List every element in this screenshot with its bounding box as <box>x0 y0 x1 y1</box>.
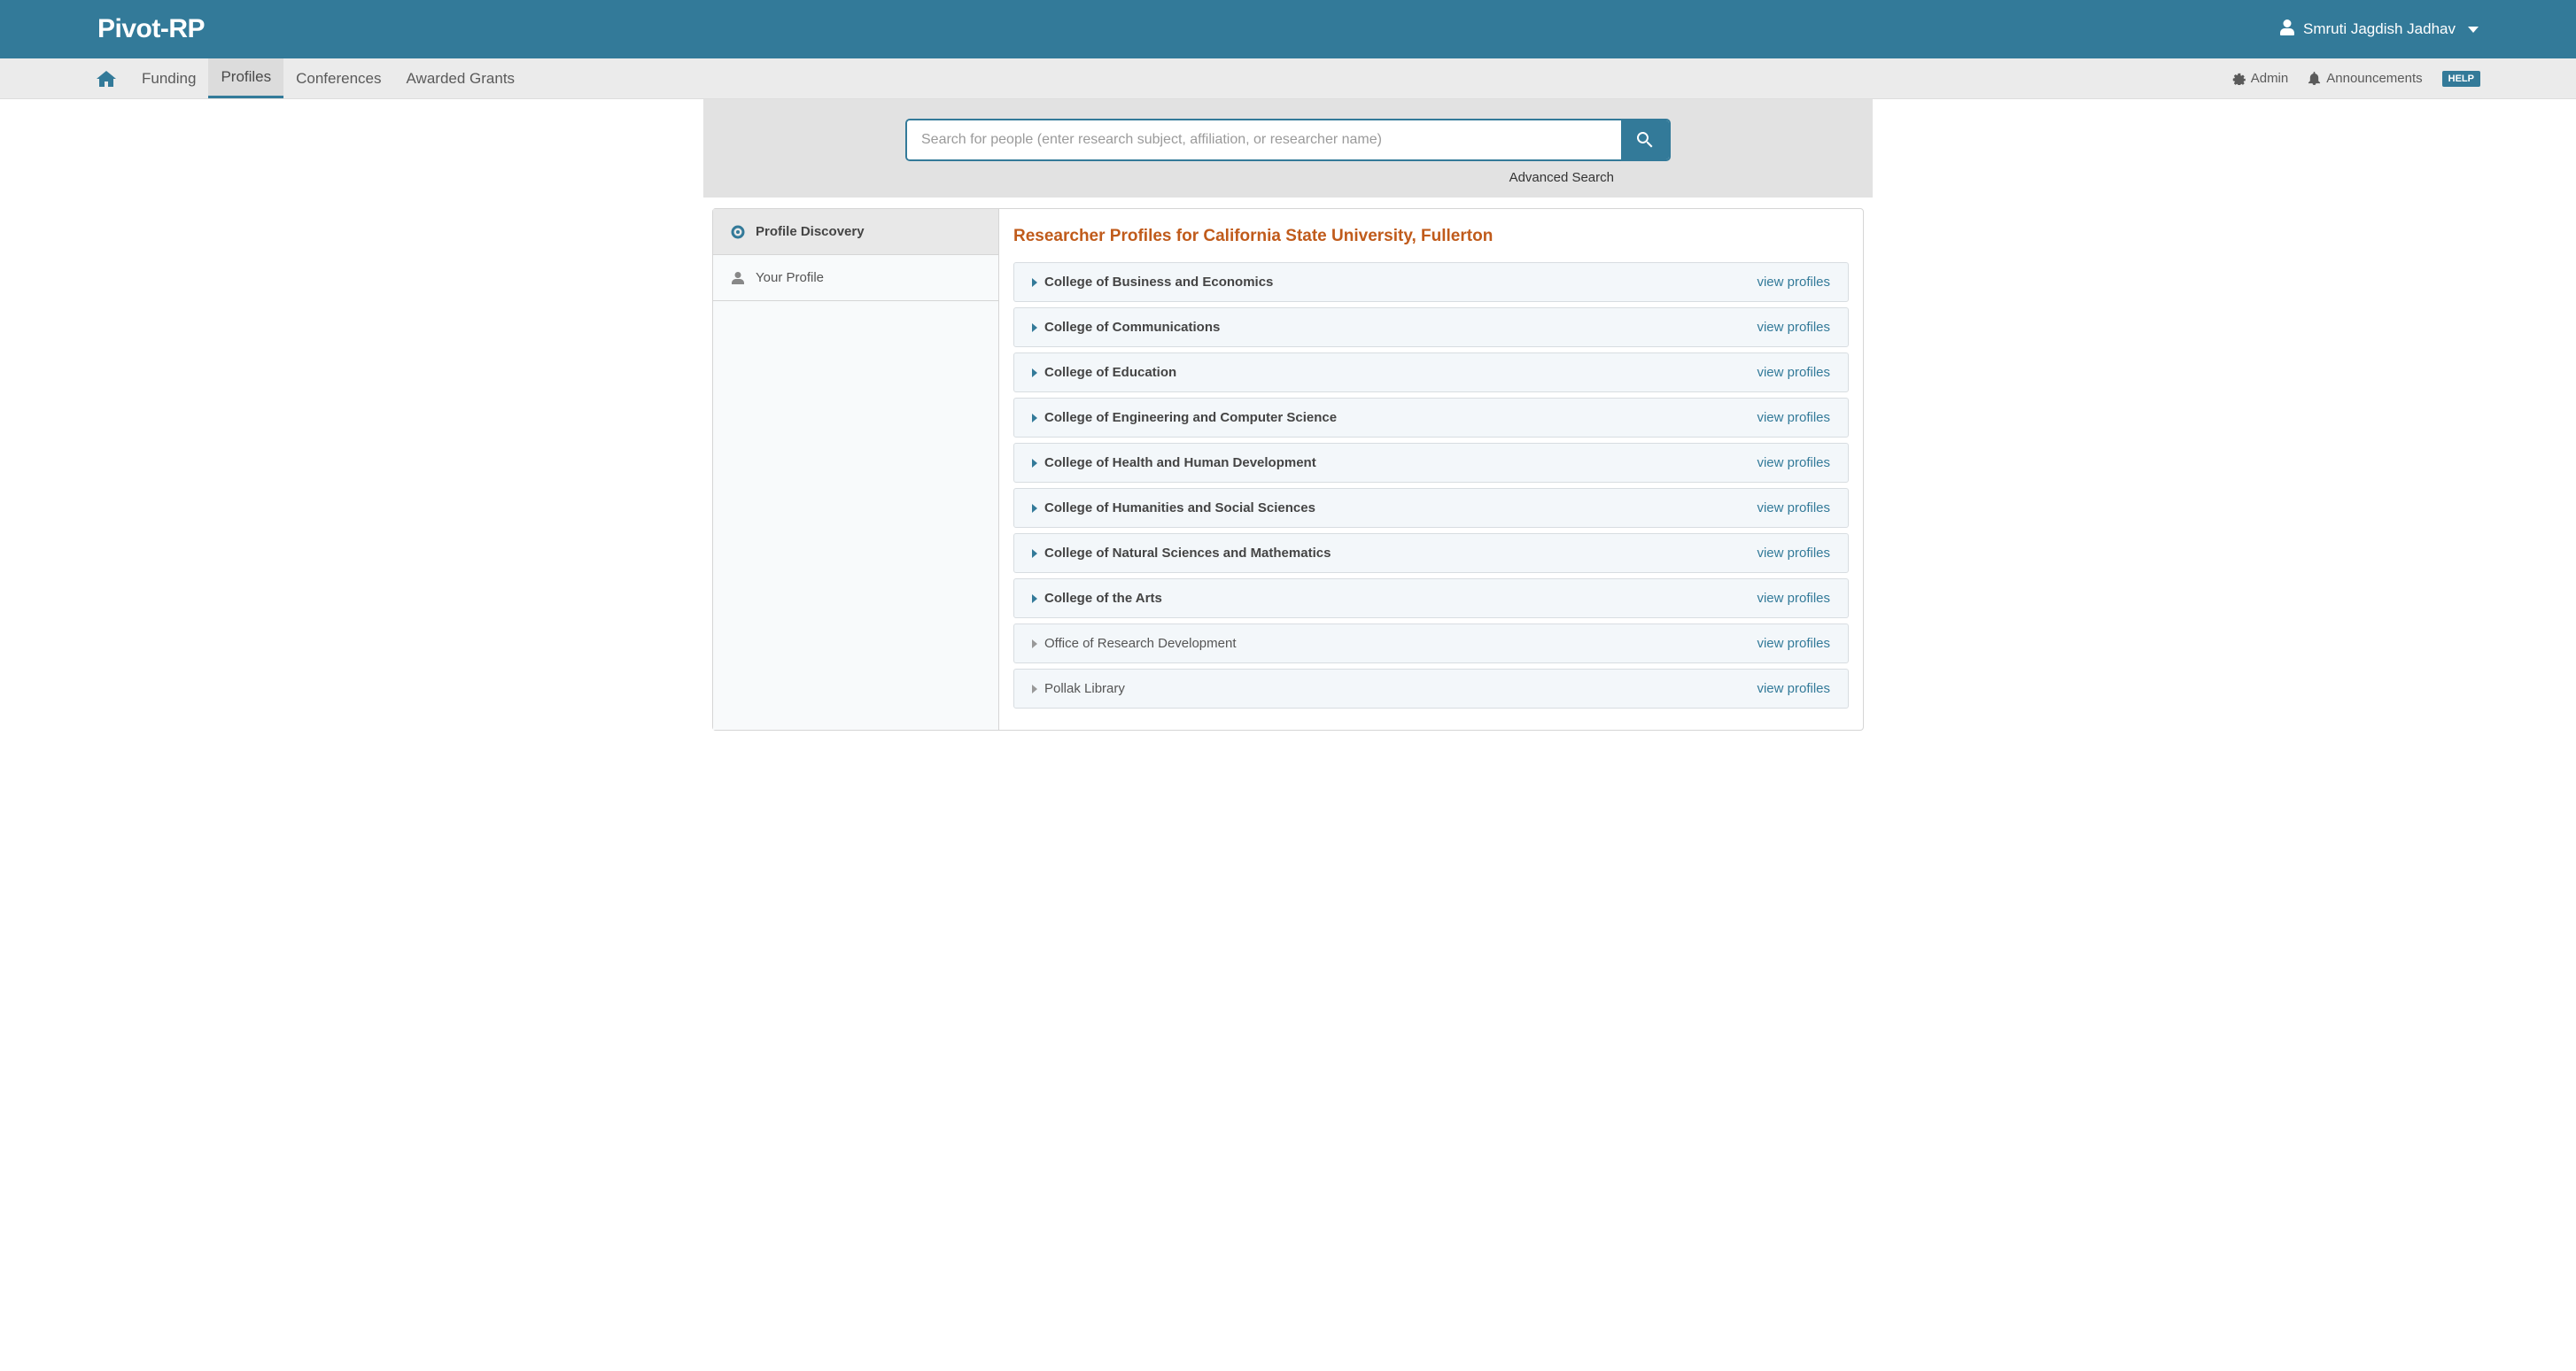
college-name: College of Humanities and Social Science… <box>1044 500 1315 515</box>
college-name: College of Communications <box>1044 320 1220 335</box>
nav-right: Admin Announcements HELP <box>2232 71 2480 87</box>
expand-caret-icon <box>1032 459 1037 468</box>
college-name: College of Education <box>1044 365 1176 380</box>
nav-profiles[interactable]: Profiles <box>208 58 283 98</box>
college-name: Pollak Library <box>1044 681 1125 696</box>
college-name: College of Natural Sciences and Mathemat… <box>1044 546 1331 561</box>
search-icon <box>1637 132 1653 148</box>
expand-caret-icon <box>1032 639 1037 648</box>
username: Smruti Jagdish Jadhav <box>2303 20 2456 38</box>
nav-conferences[interactable]: Conferences <box>283 58 393 98</box>
user-icon <box>2280 19 2294 40</box>
college-row-left: College of Education <box>1032 365 1176 380</box>
target-icon <box>731 225 745 239</box>
user-menu[interactable]: Smruti Jagdish Jadhav <box>2280 19 2479 40</box>
page-title: Researcher Profiles for California State… <box>1013 227 1849 246</box>
nav-left: Funding Profiles Conferences Awarded Gra… <box>96 58 527 98</box>
main-panel: Researcher Profiles for California State… <box>999 209 1863 730</box>
college-name: College of Engineering and Computer Scie… <box>1044 410 1337 425</box>
search-button[interactable] <box>1621 120 1669 159</box>
college-row-left: College of Business and Economics <box>1032 275 1273 290</box>
college-row-left: Office of Research Development <box>1032 636 1237 651</box>
view-profiles-link[interactable]: view profiles <box>1757 320 1830 335</box>
content-wrap: Profile Discovery Your Profile Researche… <box>712 208 1864 731</box>
expand-caret-icon <box>1032 504 1037 513</box>
expand-caret-icon <box>1032 323 1037 332</box>
view-profiles-link[interactable]: view profiles <box>1757 681 1830 696</box>
view-profiles-link[interactable]: view profiles <box>1757 365 1830 380</box>
sidebar-item-profile-discovery[interactable]: Profile Discovery <box>713 209 998 255</box>
college-row-left: College of Humanities and Social Science… <box>1032 500 1315 515</box>
nav-funding[interactable]: Funding <box>129 58 208 98</box>
sidebar-item-label: Profile Discovery <box>756 224 865 239</box>
college-row[interactable]: College of Engineering and Computer Scie… <box>1013 398 1849 438</box>
college-name: College of Health and Human Development <box>1044 455 1316 470</box>
college-row-left: College of the Arts <box>1032 591 1162 606</box>
nav-bar: Funding Profiles Conferences Awarded Gra… <box>0 58 2576 99</box>
expand-caret-icon <box>1032 414 1037 422</box>
view-profiles-link[interactable]: view profiles <box>1757 455 1830 470</box>
sidebar: Profile Discovery Your Profile <box>713 209 999 730</box>
search-band: Advanced Search <box>703 99 1873 198</box>
college-name: Office of Research Development <box>1044 636 1237 651</box>
college-row-left: Pollak Library <box>1032 681 1125 696</box>
help-badge[interactable]: HELP <box>2442 71 2480 87</box>
nav-announcements[interactable]: Announcements <box>2308 71 2422 86</box>
college-name: College of Business and Economics <box>1044 275 1273 290</box>
college-name: College of the Arts <box>1044 591 1162 606</box>
gear-icon <box>2232 72 2246 85</box>
expand-caret-icon <box>1032 685 1037 693</box>
college-row-left: College of Health and Human Development <box>1032 455 1316 470</box>
college-row[interactable]: Office of Research Development view profi… <box>1013 624 1849 663</box>
college-row[interactable]: College of the Arts view profiles <box>1013 578 1849 618</box>
expand-caret-icon <box>1032 594 1037 603</box>
college-row-left: College of Engineering and Computer Scie… <box>1032 410 1337 425</box>
top-header: Pivot-RP Smruti Jagdish Jadhav <box>0 0 2576 58</box>
search-box <box>905 119 1671 161</box>
nav-home[interactable] <box>96 58 129 98</box>
caret-down-icon <box>2468 27 2479 33</box>
college-row[interactable]: Pollak Library view profiles <box>1013 669 1849 709</box>
view-profiles-link[interactable]: view profiles <box>1757 546 1830 561</box>
college-list: College of Business and Economics view pr… <box>1013 262 1849 709</box>
logo: Pivot-RP <box>97 14 205 44</box>
college-row[interactable]: College of Humanities and Social Science… <box>1013 488 1849 528</box>
search-inner: Advanced Search <box>905 119 1671 185</box>
view-profiles-link[interactable]: view profiles <box>1757 410 1830 425</box>
college-row-left: College of Natural Sciences and Mathemat… <box>1032 546 1331 561</box>
expand-caret-icon <box>1032 549 1037 558</box>
advanced-search-link[interactable]: Advanced Search <box>905 170 1671 185</box>
person-icon <box>731 271 745 285</box>
college-row[interactable]: College of Communications view profiles <box>1013 307 1849 347</box>
sidebar-item-label: Your Profile <box>756 270 824 285</box>
nav-awarded-grants[interactable]: Awarded Grants <box>394 58 528 98</box>
sidebar-item-your-profile[interactable]: Your Profile <box>713 255 998 301</box>
expand-caret-icon <box>1032 278 1037 287</box>
expand-caret-icon <box>1032 368 1037 377</box>
college-row[interactable]: College of Health and Human Development v… <box>1013 443 1849 483</box>
home-icon <box>96 69 117 89</box>
bell-icon <box>2308 72 2321 85</box>
college-row-left: College of Communications <box>1032 320 1220 335</box>
view-profiles-link[interactable]: view profiles <box>1757 591 1830 606</box>
search-input[interactable] <box>907 120 1621 159</box>
college-row[interactable]: College of Natural Sciences and Mathemat… <box>1013 533 1849 573</box>
college-row[interactable]: College of Education view profiles <box>1013 352 1849 392</box>
view-profiles-link[interactable]: view profiles <box>1757 636 1830 651</box>
nav-admin[interactable]: Admin <box>2232 71 2289 86</box>
view-profiles-link[interactable]: view profiles <box>1757 275 1830 290</box>
college-row[interactable]: College of Business and Economics view pr… <box>1013 262 1849 302</box>
view-profiles-link[interactable]: view profiles <box>1757 500 1830 515</box>
